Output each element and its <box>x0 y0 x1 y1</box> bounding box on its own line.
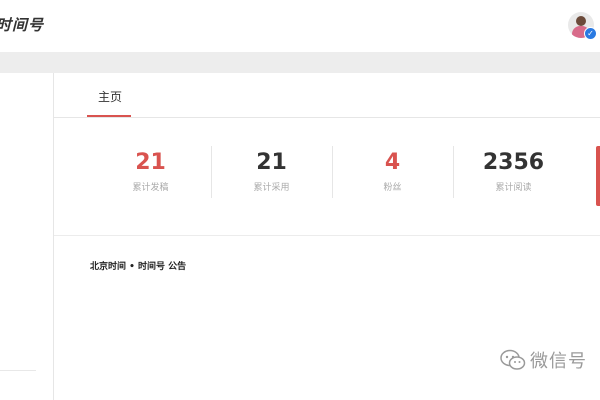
stats-panel: 21 累计发稿 21 累计采用 4 粉丝 2356 累计阅读 <box>90 148 576 200</box>
stat-total-submitted[interactable]: 21 累计发稿 <box>90 148 211 200</box>
sidebar-divider <box>0 370 36 371</box>
side-accent-tab[interactable] <box>596 146 600 206</box>
stat-total-reads[interactable]: 2356 累计阅读 <box>453 148 574 200</box>
stat-label: 粉丝 <box>383 183 402 193</box>
stat-separator <box>453 146 454 198</box>
stat-value: 4 <box>384 150 401 175</box>
stat-label: 累计发稿 <box>132 183 169 193</box>
stat-value: 2356 <box>482 150 545 175</box>
tab-bar: 主页 <box>54 73 600 118</box>
brand-title[interactable]: 时间号 <box>0 14 44 35</box>
tab-home[interactable]: 主页 <box>88 88 132 105</box>
stat-label: 累计阅读 <box>495 183 532 193</box>
avatar-head <box>576 16 586 26</box>
stat-label: 累计采用 <box>253 183 290 193</box>
stat-separator <box>332 146 333 198</box>
tab-active-indicator <box>87 115 131 117</box>
verified-badge-icon: ✓ <box>584 27 597 40</box>
top-bar: 时间号 ✓ <box>0 0 600 52</box>
stat-value: 21 <box>135 150 166 175</box>
stat-value: 21 <box>256 150 287 175</box>
stat-total-adopted[interactable]: 21 累计采用 <box>211 148 332 200</box>
nav-band <box>0 52 600 73</box>
watermark-text: 微信号 <box>530 351 587 372</box>
notice-title: 北京时间 • 时间号 公告 <box>90 262 187 272</box>
watermark: 微信号 <box>500 347 587 376</box>
stat-followers[interactable]: 4 粉丝 <box>332 148 453 200</box>
wechat-icon <box>500 349 526 376</box>
sidebar <box>0 73 54 400</box>
stat-separator <box>211 146 212 198</box>
section-divider <box>54 235 600 236</box>
